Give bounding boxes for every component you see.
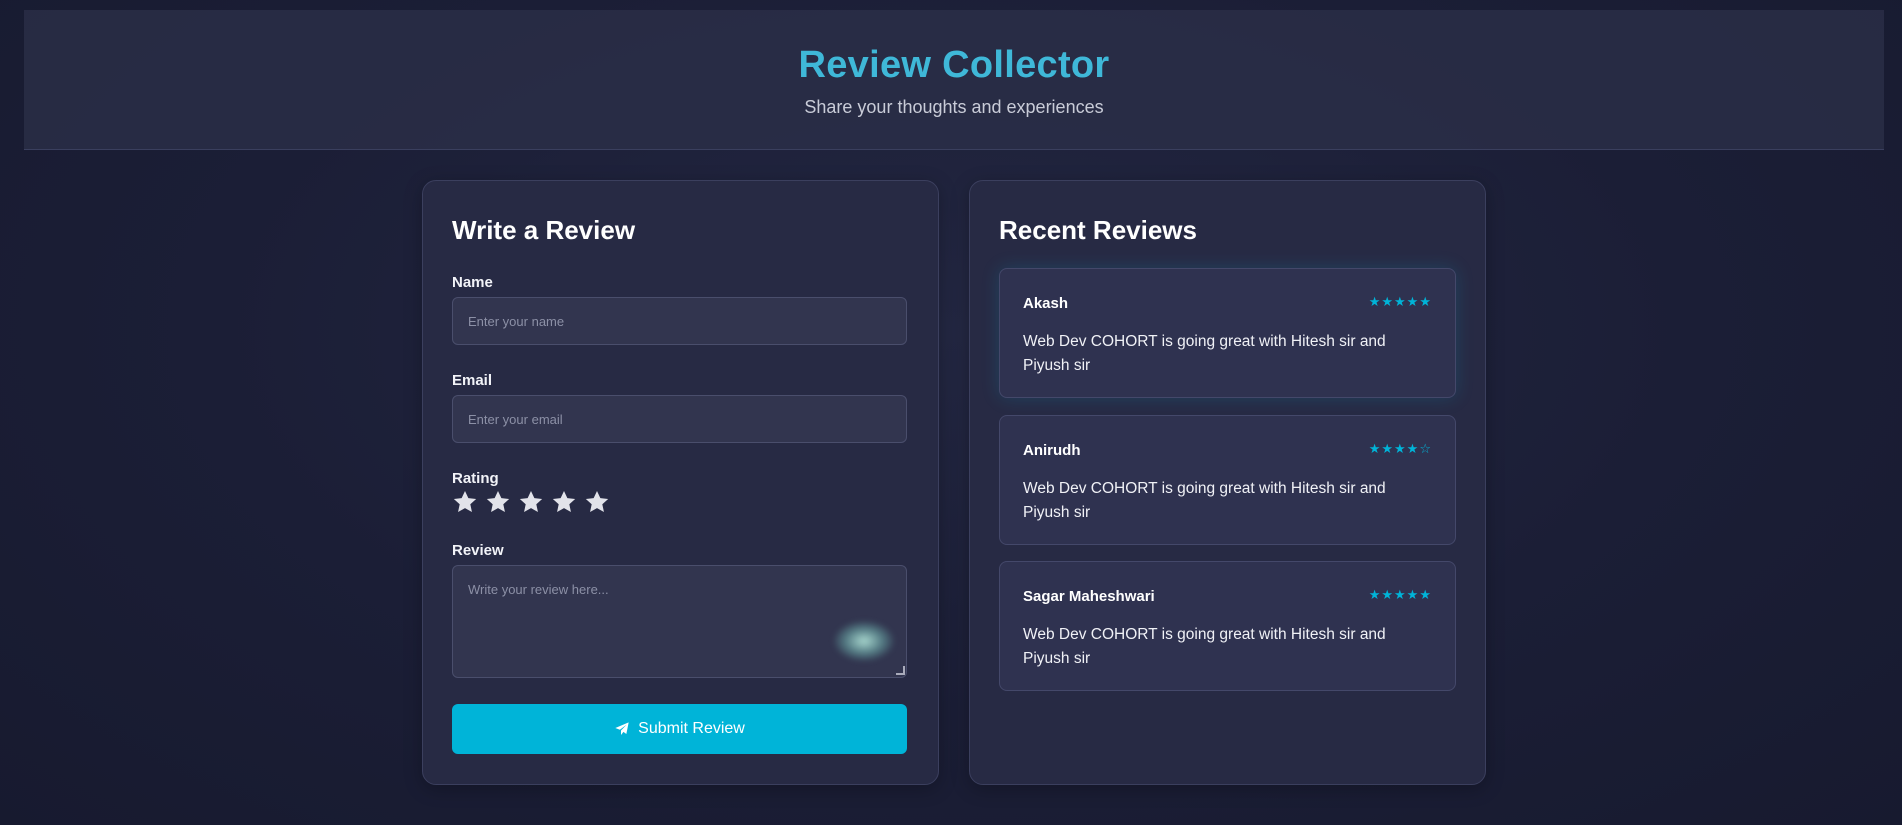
review-card: Anirudh ★★★★☆ Web Dev COHORT is going gr… (999, 415, 1456, 545)
submit-review-button[interactable]: Submit Review (452, 704, 907, 754)
page-header: Review Collector Share your thoughts and… (24, 10, 1884, 150)
review-text: Web Dev COHORT is going great with Hites… (1023, 333, 1386, 374)
star-icon[interactable] (485, 489, 511, 515)
review-card: Sagar Maheshwari ★★★★★ Web Dev COHORT is… (999, 561, 1456, 691)
recent-reviews-card: Recent Reviews Akash ★★★★★ Web Dev COHOR… (969, 180, 1486, 785)
review-card: Akash ★★★★★ Web Dev COHORT is going grea… (999, 268, 1456, 398)
review-label: Review (452, 542, 504, 559)
recent-reviews-heading: Recent Reviews (999, 215, 1197, 245)
name-label: Name (452, 274, 493, 291)
page-subtitle: Share your thoughts and experiences (804, 97, 1104, 117)
review-text: Web Dev COHORT is going great with Hites… (1023, 480, 1386, 521)
submit-review-label: Submit Review (638, 720, 745, 737)
star-icon[interactable] (584, 489, 610, 515)
cursor-glow (834, 621, 894, 661)
star-icon[interactable] (518, 489, 544, 515)
rating-stars (452, 489, 610, 515)
star-icon[interactable] (452, 489, 478, 515)
review-text: Web Dev COHORT is going great with Hites… (1023, 626, 1386, 667)
reviewer-name: Sagar Maheshwari (1023, 588, 1155, 605)
write-review-card: Write a Review Name Email Rating Review … (422, 180, 939, 785)
email-label: Email (452, 372, 493, 389)
rating-label: Rating (452, 470, 499, 487)
name-input[interactable] (452, 297, 907, 345)
resize-handle-icon[interactable] (896, 666, 905, 675)
review-rating: ★★★★★ (1368, 588, 1432, 603)
page-title: Review Collector (798, 44, 1110, 86)
reviewer-name: Anirudh (1023, 442, 1081, 459)
star-icon[interactable] (551, 489, 577, 515)
email-input[interactable] (452, 395, 907, 443)
write-review-heading: Write a Review (452, 215, 636, 245)
reviewer-name: Akash (1023, 295, 1069, 312)
review-rating: ★★★★☆ (1368, 442, 1432, 457)
paper-plane-icon (615, 722, 629, 735)
review-textarea[interactable] (452, 565, 907, 678)
review-rating: ★★★★★ (1368, 295, 1432, 310)
